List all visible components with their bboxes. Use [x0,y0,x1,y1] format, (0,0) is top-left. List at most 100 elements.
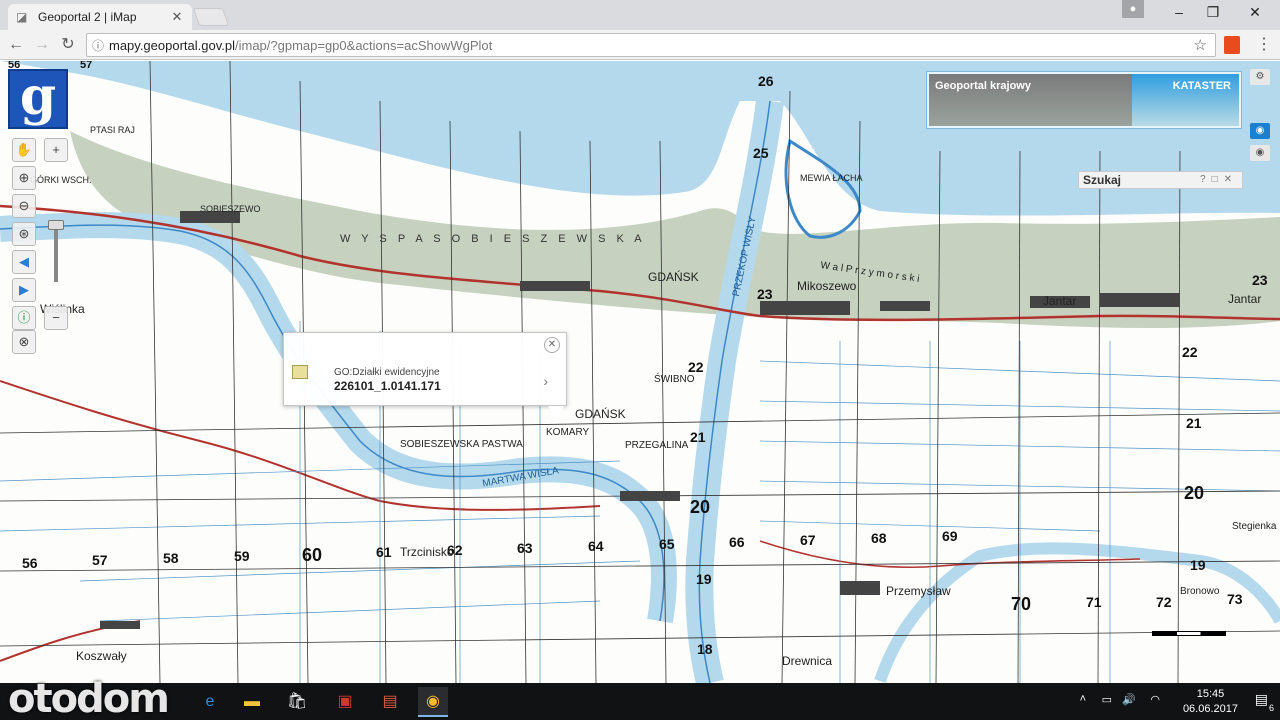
popup-pointer [548,406,564,420]
place-name: W Y S P A S O B I E S Z E W S K A [340,233,646,245]
grid-number: 57 [92,552,108,568]
notification-count: 6 [1268,703,1274,713]
zoom-slider-thumb[interactable] [48,220,64,230]
visibility-eye-icon[interactable]: ◉ [1250,123,1270,139]
grid-number: 68 [871,530,887,546]
place-name: Stegienka [1232,521,1277,532]
grid-number: 22 [688,359,704,375]
grid-number: 70 [1011,594,1032,614]
compass-icon[interactable]: ⊗ [12,330,36,354]
map-toolbar: ✋ + ⊕ ⊖ ⊛ ◀ ▶ ⓘ − ⊗ [10,134,68,354]
zoom-slider-track[interactable] [54,230,58,282]
parcel-info-popup: ✕ GO:Działki ewidencyjne 226101_1.0141.1… [283,332,567,420]
previous-view-icon[interactable]: ◀ [12,250,36,274]
zoom-out-icon[interactable]: − [44,306,68,330]
grid-number: 72 [1156,594,1172,610]
zoom-box-out-icon[interactable]: ⊖ [12,194,36,218]
geoportal-layer-button[interactable]: Geoportal krajowy [929,74,1132,126]
grid-number: 58 [163,550,179,566]
grid-number: 69 [942,528,958,544]
kataster-layer-button[interactable]: KATASTER [1132,74,1239,126]
grid-number: 26 [758,73,774,89]
place-name: PTASI RAJ [90,125,135,135]
office-extension-icon[interactable] [1224,36,1240,54]
office-icon[interactable]: ▤ [375,687,405,717]
new-tab-button[interactable] [192,8,230,26]
browser-tab[interactable]: ◪ Geoportal 2 | iMap ✕ [8,4,192,30]
search-panel[interactable]: Szukaj ?□✕ [1078,171,1243,189]
place-name: SOBIESZEWSKA PASTWA [400,439,523,450]
map-scale-bar [1152,631,1226,636]
restore-icon[interactable]: ❐ [1198,4,1228,22]
minimize-icon[interactable]: – [1164,4,1194,22]
place-name: Trzcinisko [400,545,454,559]
store-icon[interactable]: 🛍 [282,687,312,717]
popup-layer-name: GO:Działki ewidencyjne [334,367,440,378]
geoportal-logo[interactable]: g [8,69,68,129]
url-input[interactable]: ⓘ mapy.geoportal.gov.pl /imap/?gpmap=gp0… [86,33,1216,57]
search-panel-controls[interactable]: ?□✕ [1200,172,1238,188]
zoom-in-icon[interactable]: + [44,138,68,162]
popup-parcel-id[interactable]: 226101_1.0141.171 [334,379,441,393]
place-name: GDAŃSK [575,407,626,421]
grid-number: 25 [753,145,769,161]
przekop-wisly-river [685,99,784,683]
topographic-map [0,61,1280,683]
preview-eye-icon[interactable]: ◉ [1250,145,1270,161]
grid-number: 67 [800,532,816,548]
grid-number: 71 [1086,594,1102,610]
grid-number: 22 [1182,344,1198,360]
search-panel-title: Szukaj [1083,173,1122,187]
grid-number: 19 [696,571,712,587]
notifications-icon[interactable]: ▤ [1255,691,1268,708]
tab-title: Geoportal 2 | iMap [38,10,137,24]
grid-number: 21 [1186,415,1202,431]
grid-number: 19 [1190,557,1206,573]
info-tool-icon[interactable]: ⓘ [12,306,36,330]
zoom-box-in-icon[interactable]: ⊕ [12,166,36,190]
grid-number: 66 [729,534,745,550]
place-name: ŚWIBNO [654,374,695,385]
close-window-icon[interactable]: ✕ [1240,4,1270,22]
next-view-icon[interactable]: ▶ [12,278,36,302]
volume-icon[interactable]: 🔊 [1122,693,1136,706]
tray-chevron-icon[interactable]: ˄ [1080,693,1086,705]
zoom-extent-icon[interactable]: ⊛ [12,222,36,246]
file-explorer-icon[interactable]: ▬ [237,687,267,717]
map-canvas[interactable]: 26 25 23 23 22 22 21 21 20 20 19 19 18 5… [0,61,1280,683]
popup-close-icon[interactable]: ✕ [544,337,560,353]
tab-close-icon[interactable]: ✕ [170,9,184,25]
forward-arrow-icon[interactable]: → [32,35,52,55]
reader-icon[interactable]: ▣ [330,687,360,717]
grid-number: 21 [690,429,706,445]
back-arrow-icon[interactable]: ← [6,35,26,55]
place-name: Jantar [1228,292,1262,306]
grid-number: 20 [1184,483,1205,503]
bookmark-star-icon[interactable]: ☆ [1194,36,1207,54]
reload-icon[interactable]: ↻ [58,35,78,55]
grid-number: 60 [302,545,323,565]
lower-river-branch [874,542,1280,683]
chrome-menu-icon[interactable]: ⋮ [1256,36,1272,54]
parcel-layer-icon [292,365,308,379]
battery-icon[interactable]: ▭ [1102,693,1112,706]
popup-details-chevron-icon[interactable]: › [543,373,548,389]
wifi-icon[interactable]: ◠ [1150,693,1160,706]
info-icon[interactable]: ⓘ [87,37,109,54]
clock-date: 06.06.2017 [1182,703,1238,715]
grid-number: 73 [1227,591,1243,607]
chrome-icon[interactable]: ◉ [418,687,448,717]
grid-number: 23 [757,286,773,302]
grid-number: 64 [588,538,604,554]
url-path: /imap/?gpmap=gp0&actions=acShowWgPlot [234,37,493,53]
address-bar-row: ← → ↻ ⓘ mapy.geoportal.gov.pl /imap/?gpm… [0,30,1280,60]
pan-hand-icon[interactable]: ✋ [12,138,36,162]
place-name: Bronowo [1180,586,1220,597]
edge-icon[interactable]: e [195,687,225,717]
taskbar-clock[interactable]: 15:45 06.06.2017 [1183,687,1238,717]
place-name: SOBIESZEWO [200,204,261,214]
tab-bar: ◪ Geoportal 2 | iMap ✕ ● – ❐ ✕ [0,0,1280,30]
grid-number: 61 [376,544,392,560]
settings-gear-icon[interactable]: ⚙ [1250,69,1270,85]
profile-icon[interactable]: ● [1122,0,1144,18]
